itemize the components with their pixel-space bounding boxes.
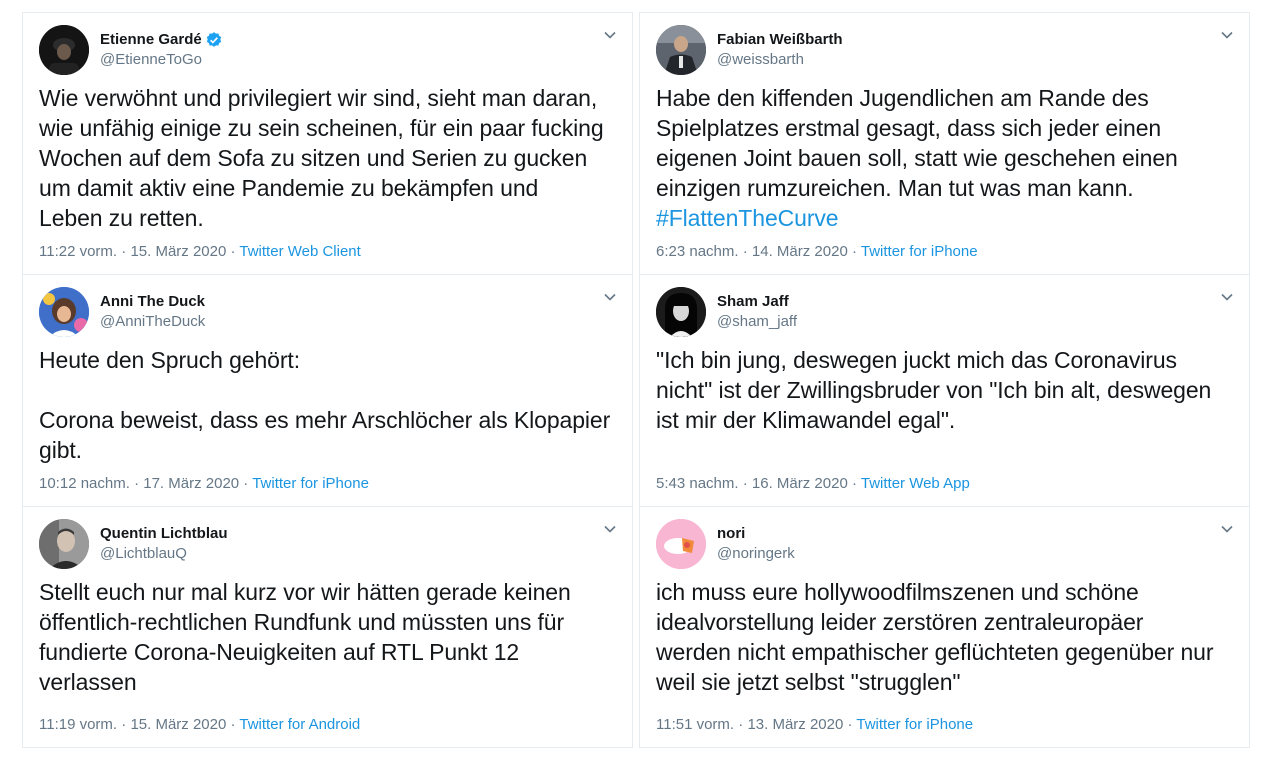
tweet-time[interactable]: 11:51 vorm. <box>656 716 734 733</box>
tweet-meta: 11:19 vorm. · 15. März 2020 · Twitter fo… <box>39 715 360 735</box>
tweet-time[interactable]: 5:43 nachm. <box>656 475 739 492</box>
meta-separator: · <box>129 475 144 492</box>
tweet-source-link[interactable]: Twitter for iPhone <box>861 243 978 260</box>
meta-separator: · <box>738 243 752 260</box>
tweet-card-nori[interactable]: nori @noringerk ich muss eure hollywoodf… <box>639 506 1250 748</box>
meta-separator: · <box>847 475 861 492</box>
tweet-text: Heute den Spruch gehört: Corona beweist,… <box>39 347 611 463</box>
author-name[interactable]: nori <box>717 524 745 544</box>
colorful-portrait-avatar[interactable] <box>39 287 89 337</box>
tweet-text: ich muss eure hollywoodfilmszenen und sc… <box>656 579 1214 695</box>
tweet-date[interactable]: 17. März 2020 <box>143 475 239 492</box>
meta-separator: · <box>117 716 131 733</box>
bw-portrait-avatar[interactable] <box>656 287 706 337</box>
tweet-source-link[interactable]: Twitter for Android <box>239 716 360 733</box>
tweet-source-link[interactable]: Twitter for iPhone <box>252 475 369 492</box>
tweet-time[interactable]: 11:22 vorm. <box>39 243 117 260</box>
tweet-date[interactable]: 14. März 2020 <box>752 243 848 260</box>
pink-illustration-avatar[interactable] <box>656 519 706 569</box>
meta-separator: · <box>117 243 131 260</box>
chevron-down-icon[interactable] <box>602 289 618 305</box>
tweet-card-anni[interactable]: Anni The Duck @AnniTheDuck Heute den Spr… <box>22 274 633 506</box>
tweet-card-quentin[interactable]: Quentin Lichtblau @LichtblauQ Stellt euc… <box>22 506 633 748</box>
meta-separator: · <box>738 475 752 492</box>
tweet-date[interactable]: 13. März 2020 <box>747 716 843 733</box>
tweet-text: Habe den kiffenden Jugendlichen am Rande… <box>656 83 1233 233</box>
tweet-meta: 11:51 vorm. · 13. März 2020 · Twitter fo… <box>656 715 973 735</box>
chevron-down-icon[interactable] <box>1219 27 1235 43</box>
tweet-card-sham[interactable]: Sham Jaff @sham_jaff "Ich bin jung, desw… <box>639 274 1250 506</box>
tweet-text: Stellt euch nur mal kurz vor wir hätten … <box>39 579 571 695</box>
tweet-meta: 5:43 nachm. · 16. März 2020 · Twitter We… <box>656 474 970 494</box>
meta-separator: · <box>226 716 240 733</box>
tweet-date[interactable]: 15. März 2020 <box>130 716 226 733</box>
suit-portrait-avatar[interactable] <box>656 25 706 75</box>
author-name[interactable]: Fabian Weißbarth <box>717 30 843 50</box>
tweet-meta: 11:22 vorm. · 15. März 2020 · Twitter We… <box>39 242 361 262</box>
verified-badge-icon <box>205 31 223 49</box>
author-handle[interactable]: @weissbarth <box>717 50 843 70</box>
tweet-source-link[interactable]: Twitter Web App <box>861 475 970 492</box>
tweet-card-etienne[interactable]: Etienne Gardé @EtienneToGo Wie verwöhnt … <box>22 12 633 274</box>
author-name[interactable]: Sham Jaff <box>717 292 789 312</box>
tweet-time[interactable]: 11:19 vorm. <box>39 716 117 733</box>
chevron-down-icon[interactable] <box>602 27 618 43</box>
tweet-meta: 10:12 nachm. · 17. März 2020 · Twitter f… <box>39 474 369 494</box>
meta-separator: · <box>226 243 240 260</box>
tweet-text: Wie verwöhnt und privilegiert wir sind, … <box>39 85 604 231</box>
meta-separator: · <box>239 475 253 492</box>
chevron-down-icon[interactable] <box>1219 289 1235 305</box>
author-handle[interactable]: @sham_jaff <box>717 312 797 332</box>
dark-portrait-avatar[interactable] <box>39 25 89 75</box>
author-handle[interactable]: @EtienneToGo <box>100 50 223 70</box>
tweet-grid: Etienne Gardé @EtienneToGo Wie verwöhnt … <box>22 12 1250 754</box>
tweet-body: Habe den kiffenden Jugendlichen am Rande… <box>656 85 1178 201</box>
meta-separator: · <box>843 716 857 733</box>
tweet-time[interactable]: 6:23 nachm. <box>656 243 739 260</box>
tweet-date[interactable]: 15. März 2020 <box>130 243 226 260</box>
meta-separator: · <box>734 716 748 733</box>
hashtag-link[interactable]: #FlattenTheCurve <box>656 205 839 231</box>
tweet-card-fabian[interactable]: Fabian Weißbarth @weissbarth Habe den ki… <box>639 12 1250 274</box>
author-handle[interactable]: @LichtblauQ <box>100 544 228 564</box>
author-handle[interactable]: @AnniTheDuck <box>100 312 205 332</box>
tweet-date[interactable]: 16. März 2020 <box>752 475 848 492</box>
tweet-text: "Ich bin jung, deswegen juckt mich das C… <box>656 347 1212 433</box>
tweet-source-link[interactable]: Twitter Web Client <box>239 243 360 260</box>
tweet-meta: 6:23 nachm. · 14. März 2020 · Twitter fo… <box>656 242 978 262</box>
chevron-down-icon[interactable] <box>1219 521 1235 537</box>
author-name[interactable]: Quentin Lichtblau <box>100 524 228 544</box>
tweet-source-link[interactable]: Twitter for iPhone <box>856 716 973 733</box>
grey-portrait-avatar[interactable] <box>39 519 89 569</box>
author-name[interactable]: Anni The Duck <box>100 292 205 312</box>
chevron-down-icon[interactable] <box>602 521 618 537</box>
tweet-time[interactable]: 10:12 nachm. <box>39 475 130 492</box>
author-name[interactable]: Etienne Gardé <box>100 30 202 50</box>
author-handle[interactable]: @noringerk <box>717 544 795 564</box>
meta-separator: · <box>847 243 861 260</box>
